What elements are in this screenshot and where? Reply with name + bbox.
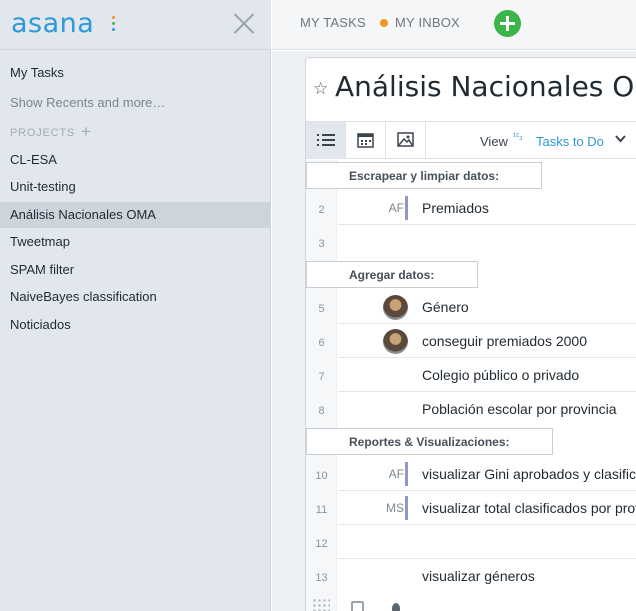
assignee-bar — [405, 496, 408, 520]
task-name[interactable]: Población escolar por provincia — [422, 401, 617, 417]
favorite-star-icon[interactable]: ☆ — [313, 79, 328, 99]
sidebar: asana My Tasks Show Recents and more… PR… — [0, 0, 271, 611]
task-name[interactable]: visualizar géneros — [422, 568, 535, 584]
asana-logo[interactable]: asana — [11, 8, 94, 39]
row-number: 5 — [318, 303, 325, 315]
inbox-notification-dot — [380, 19, 388, 27]
my-tasks-link[interactable]: MY TASKS — [300, 15, 366, 30]
quick-add-button[interactable] — [494, 10, 521, 37]
section-header[interactable]: Agregar datos: — [306, 261, 478, 288]
assignee-initials[interactable]: AF — [364, 201, 404, 215]
row-number: 8 — [318, 405, 325, 417]
task-name[interactable]: conseguir premiados 2000 — [422, 333, 587, 349]
sidebar-project-cl-esa[interactable]: CL-ESA — [0, 147, 271, 173]
view-filter-select[interactable]: Tasks to Do — [536, 134, 604, 149]
view-toolbar: View ¹²₃ Tasks to Do — [306, 121, 636, 159]
checkbox-icon[interactable] — [351, 601, 364, 611]
top-bar: MY TASKS MY INBOX — [272, 0, 636, 50]
assignee-bar — [405, 196, 408, 220]
assignee-bar — [405, 462, 408, 486]
sidebar-project-naivebayes[interactable]: NaiveBayes classification — [0, 284, 271, 310]
assignee-initials[interactable]: MS — [364, 501, 404, 515]
row-divider — [338, 391, 636, 392]
row-number: 12 — [315, 538, 328, 550]
image-icon — [397, 132, 414, 147]
row-number: 11 — [315, 504, 328, 516]
chevron-down-icon[interactable] — [615, 134, 626, 144]
assignee-icon[interactable] — [392, 603, 400, 611]
files-view-button[interactable] — [386, 122, 426, 159]
sidebar-project-tweetmap[interactable]: Tweetmap — [0, 229, 271, 255]
list-view-button[interactable] — [306, 122, 346, 159]
task-name[interactable]: visualizar total clasificados por provin… — [422, 500, 636, 516]
sidebar-header: asana — [0, 0, 271, 50]
list-icon — [317, 134, 335, 146]
project-title[interactable]: Análisis Nacionales OMA — [335, 70, 636, 103]
task-name[interactable]: visualizar Gini aprobados y clasificados — [422, 466, 636, 482]
task-name[interactable]: Colegio público o privado — [422, 367, 579, 383]
assignee-initials[interactable]: AF — [364, 467, 404, 481]
sidebar-show-recents[interactable]: Show Recents and more… — [10, 95, 165, 110]
sidebar-project-spam-filter[interactable]: SPAM filter — [0, 257, 271, 283]
row-number: 2 — [318, 204, 325, 216]
row-number: 10 — [315, 470, 328, 482]
row-number: 13 — [315, 572, 328, 584]
row-number: 3 — [318, 238, 325, 250]
sidebar-project-unit-testing[interactable]: Unit-testing — [0, 174, 271, 200]
row-divider — [338, 224, 636, 225]
view-label: View — [480, 134, 508, 149]
avatar[interactable] — [383, 295, 408, 320]
projects-heading: PROJECTS — [10, 127, 76, 139]
calendar-view-button[interactable] — [346, 122, 386, 159]
sidebar-project-analisis-nacionales-oma[interactable]: Análisis Nacionales OMA — [0, 202, 271, 228]
calendar-icon — [357, 133, 374, 148]
row-divider — [338, 357, 636, 358]
section-header[interactable]: Escrapear y limpiar datos: — [306, 162, 542, 189]
row-number: 7 — [318, 371, 325, 383]
project-panel: ☆ Análisis Nacionales OMA — [305, 57, 636, 611]
add-project-icon[interactable]: + — [81, 123, 91, 140]
row-number: 6 — [318, 337, 325, 349]
avatar[interactable] — [383, 329, 408, 354]
sidebar-project-noticiados[interactable]: Noticiados — [0, 312, 271, 338]
my-inbox-link[interactable]: MY INBOX — [395, 15, 460, 30]
sidebar-my-tasks[interactable]: My Tasks — [10, 65, 64, 80]
section-header[interactable]: Reportes & Visualizaciones: — [306, 428, 553, 455]
drag-handle-icon[interactable] — [312, 598, 330, 611]
task-name[interactable]: Premiados — [422, 200, 489, 216]
row-divider — [338, 323, 636, 324]
sort-123-icon: ¹²₃ — [513, 131, 523, 141]
row-divider — [338, 490, 636, 491]
task-name[interactable]: Género — [422, 299, 469, 315]
logo-dots-icon — [112, 16, 116, 34]
row-divider — [338, 558, 636, 559]
row-divider — [338, 524, 636, 525]
close-sidebar-icon[interactable] — [232, 11, 256, 35]
